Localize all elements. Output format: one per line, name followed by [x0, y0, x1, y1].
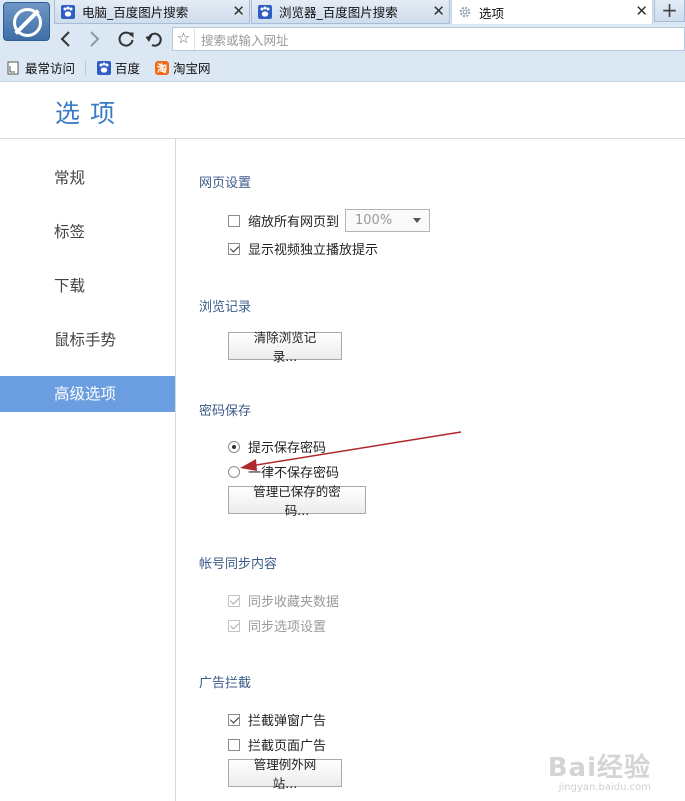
- taobao-icon: 淘: [154, 60, 169, 75]
- tab-title: 电脑_百度图片搜索: [82, 5, 189, 20]
- clear-history-button[interactable]: 清除浏览记录...: [228, 330, 342, 364]
- video-hint-row: 显示视频独立播放提示: [228, 239, 378, 258]
- star-icon[interactable]: ☆: [173, 28, 195, 50]
- new-tab-button[interactable]: +: [654, 0, 685, 22]
- watermark-main: Bai经验: [547, 753, 651, 783]
- svg-text:淘: 淘: [157, 62, 167, 75]
- gear-icon: [459, 6, 471, 18]
- bookmark-most-visited[interactable]: 最常访问: [6, 58, 75, 77]
- forward-button[interactable]: [82, 26, 106, 52]
- page-title: 选项: [55, 99, 126, 128]
- bookmarks-bar: 最常访问 百度 淘 淘宝网: [0, 54, 685, 81]
- back-button[interactable]: [54, 26, 78, 52]
- sidebar-item-tabs[interactable]: 标签: [0, 214, 175, 250]
- tab-baidu-browser[interactable]: 浏览器_百度图片搜索 ✕: [251, 0, 450, 24]
- close-icon[interactable]: ✕: [635, 2, 648, 20]
- block-popup-label: 拦截弹窗广告: [248, 714, 327, 729]
- zoom-row: 缩放所有网页到 100%: [228, 209, 431, 232]
- chevron-right-icon: [90, 31, 100, 47]
- section-title-password: 密码保存: [199, 404, 252, 419]
- refresh-icon: [118, 31, 134, 47]
- address-bar[interactable]: ☆ 搜索或输入网址: [172, 27, 685, 51]
- block-page-checkbox[interactable]: [228, 738, 240, 751]
- navigation-bar: ☆ 搜索或输入网址: [54, 26, 685, 52]
- zoom-select[interactable]: 100%: [345, 209, 431, 232]
- sidebar-item-downloads[interactable]: 下载: [0, 268, 175, 304]
- video-hint-label: 显示视频独立播放提示: [248, 243, 379, 258]
- bookmark-taobao[interactable]: 淘 淘宝网: [154, 58, 211, 77]
- section-title-sync: 帐号同步内容: [199, 557, 278, 572]
- address-placeholder: 搜索或输入网址: [201, 32, 289, 48]
- close-icon[interactable]: ✕: [232, 2, 245, 20]
- sync-favorites-label: 同步收藏夹数据: [248, 595, 340, 610]
- baidu-paw-icon: [61, 4, 75, 19]
- tab-title: 选项: [479, 5, 505, 21]
- close-icon[interactable]: ✕: [432, 2, 445, 20]
- tab-baidu-computer[interactable]: 电脑_百度图片搜索 ✕: [54, 0, 250, 24]
- sync-options-checkbox[interactable]: [228, 619, 240, 632]
- document-icon: [6, 60, 21, 75]
- section-title-adblock: 广告拦截: [199, 676, 252, 691]
- bookmark-label: 最常访问: [25, 61, 76, 76]
- sync-favorites-checkbox[interactable]: [228, 594, 240, 607]
- manage-passwords-button[interactable]: 管理已保存的密码...: [228, 484, 366, 518]
- password-prompt-row: 提示保存密码: [228, 437, 326, 456]
- tab-options[interactable]: 选项 ✕: [451, 0, 653, 24]
- sidebar-item-mouse-gestures[interactable]: 鼠标手势: [0, 322, 175, 358]
- bookmark-divider: [85, 59, 87, 76]
- browser-chrome: 电脑_百度图片搜索 ✕ 浏览器_百度图片搜索 ✕ 选项 ✕ + ☆ 搜索或输入网…: [0, 0, 685, 82]
- password-never-radio[interactable]: [228, 465, 240, 478]
- undo-button[interactable]: [142, 26, 166, 52]
- browser-logo-button[interactable]: [3, 2, 50, 41]
- password-never-label: 一律不保存密码: [248, 466, 340, 481]
- sidebar-item-general[interactable]: 常规: [0, 160, 175, 196]
- chevron-down-icon: [413, 218, 422, 223]
- sidebar-item-advanced[interactable]: 高级选项: [0, 376, 175, 412]
- page-header: 选项: [0, 83, 685, 139]
- zoom-checkbox[interactable]: [228, 214, 240, 227]
- password-prompt-radio[interactable]: [228, 440, 240, 453]
- block-popup-checkbox[interactable]: [228, 713, 240, 726]
- block-popup-row: 拦截弹窗广告: [228, 710, 326, 729]
- watermark-url: jingyan.baidu.com: [558, 782, 651, 793]
- undo-icon: [145, 32, 162, 47]
- password-prompt-label: 提示保存密码: [248, 441, 327, 456]
- baidu-jingyan-watermark: Bai经验 jingyan.baidu.com: [548, 747, 651, 793]
- zoom-label: 缩放所有网页到: [248, 215, 340, 230]
- bookmark-label: 百度: [115, 61, 141, 76]
- block-page-label: 拦截页面广告: [248, 739, 327, 754]
- zoom-select-value: 100%: [355, 213, 393, 228]
- tab-title: 浏览器_百度图片搜索: [279, 5, 398, 20]
- chevron-left-icon: [60, 31, 70, 47]
- password-never-row: 一律不保存密码: [228, 462, 339, 481]
- sync-options-label: 同步选项设置: [248, 620, 327, 635]
- video-hint-checkbox[interactable]: [228, 242, 240, 255]
- baidu-paw-icon: [258, 4, 272, 19]
- options-content: 网页设置 缩放所有网页到 100% 显示视频独立播放提示 浏览记录 清除浏览记录…: [177, 139, 685, 801]
- options-sidebar: 常规 标签 下载 鼠标手势 高级选项: [0, 139, 176, 801]
- baidu-paw-icon: [96, 60, 111, 75]
- sync-options-row: 同步选项设置: [228, 616, 326, 635]
- refresh-button[interactable]: [114, 26, 138, 52]
- manage-exceptions-button[interactable]: 管理例外网站...: [228, 757, 342, 791]
- block-page-row: 拦截页面广告: [228, 735, 326, 754]
- section-title-history: 浏览记录: [199, 300, 252, 315]
- bookmark-label: 淘宝网: [173, 61, 211, 76]
- section-title-webpage: 网页设置: [199, 176, 252, 191]
- sync-favorites-row: 同步收藏夹数据: [228, 591, 339, 610]
- bookmark-baidu[interactable]: 百度: [96, 58, 140, 77]
